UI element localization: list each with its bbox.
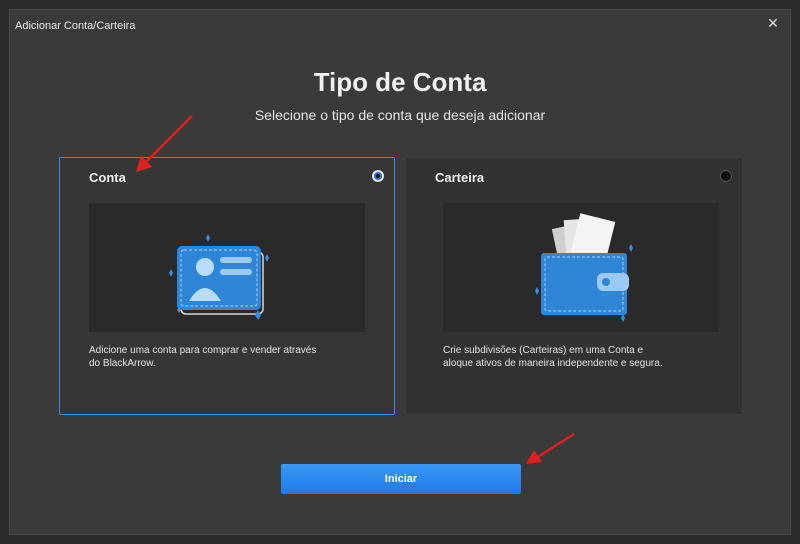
start-button[interactable]: Iniciar	[281, 464, 521, 494]
card-title-carteira: Carteira	[435, 170, 485, 185]
annotation-arrow-icon	[136, 115, 193, 172]
wallet-icon	[443, 203, 719, 332]
page-subtitle: Selecione o tipo de conta que deseja adi…	[254, 107, 546, 123]
annotation-arrow-icon	[526, 432, 575, 464]
card-description-carteira: Crie subdivisões (Carteiras) em uma Cont…	[443, 345, 663, 369]
title-bar: Adicionar Conta/Carteira ✕	[10, 10, 790, 42]
account-type-card-carteira[interactable]: Carteira Crie subdivisões (Carteiras) em…	[405, 157, 743, 415]
page-title: Tipo de Conta	[313, 67, 487, 97]
id-card-icon	[89, 203, 365, 332]
wallet-illustration	[535, 213, 633, 322]
card-description-conta: Adicione uma conta para comprar e vender…	[89, 345, 317, 369]
add-account-dialog: Adicionar Conta/Carteira ✕ Tipo de Conta…	[9, 9, 791, 535]
window-title: Adicionar Conta/Carteira	[15, 20, 136, 32]
close-icon[interactable]: ✕	[764, 14, 782, 32]
radio-conta[interactable]	[372, 170, 384, 182]
account-type-card-conta[interactable]: Conta Adicione uma conta para comprar e …	[59, 157, 395, 415]
card-title-conta: Conta	[89, 170, 126, 185]
id-card-illustration	[169, 234, 269, 320]
radio-carteira[interactable]	[720, 170, 732, 182]
